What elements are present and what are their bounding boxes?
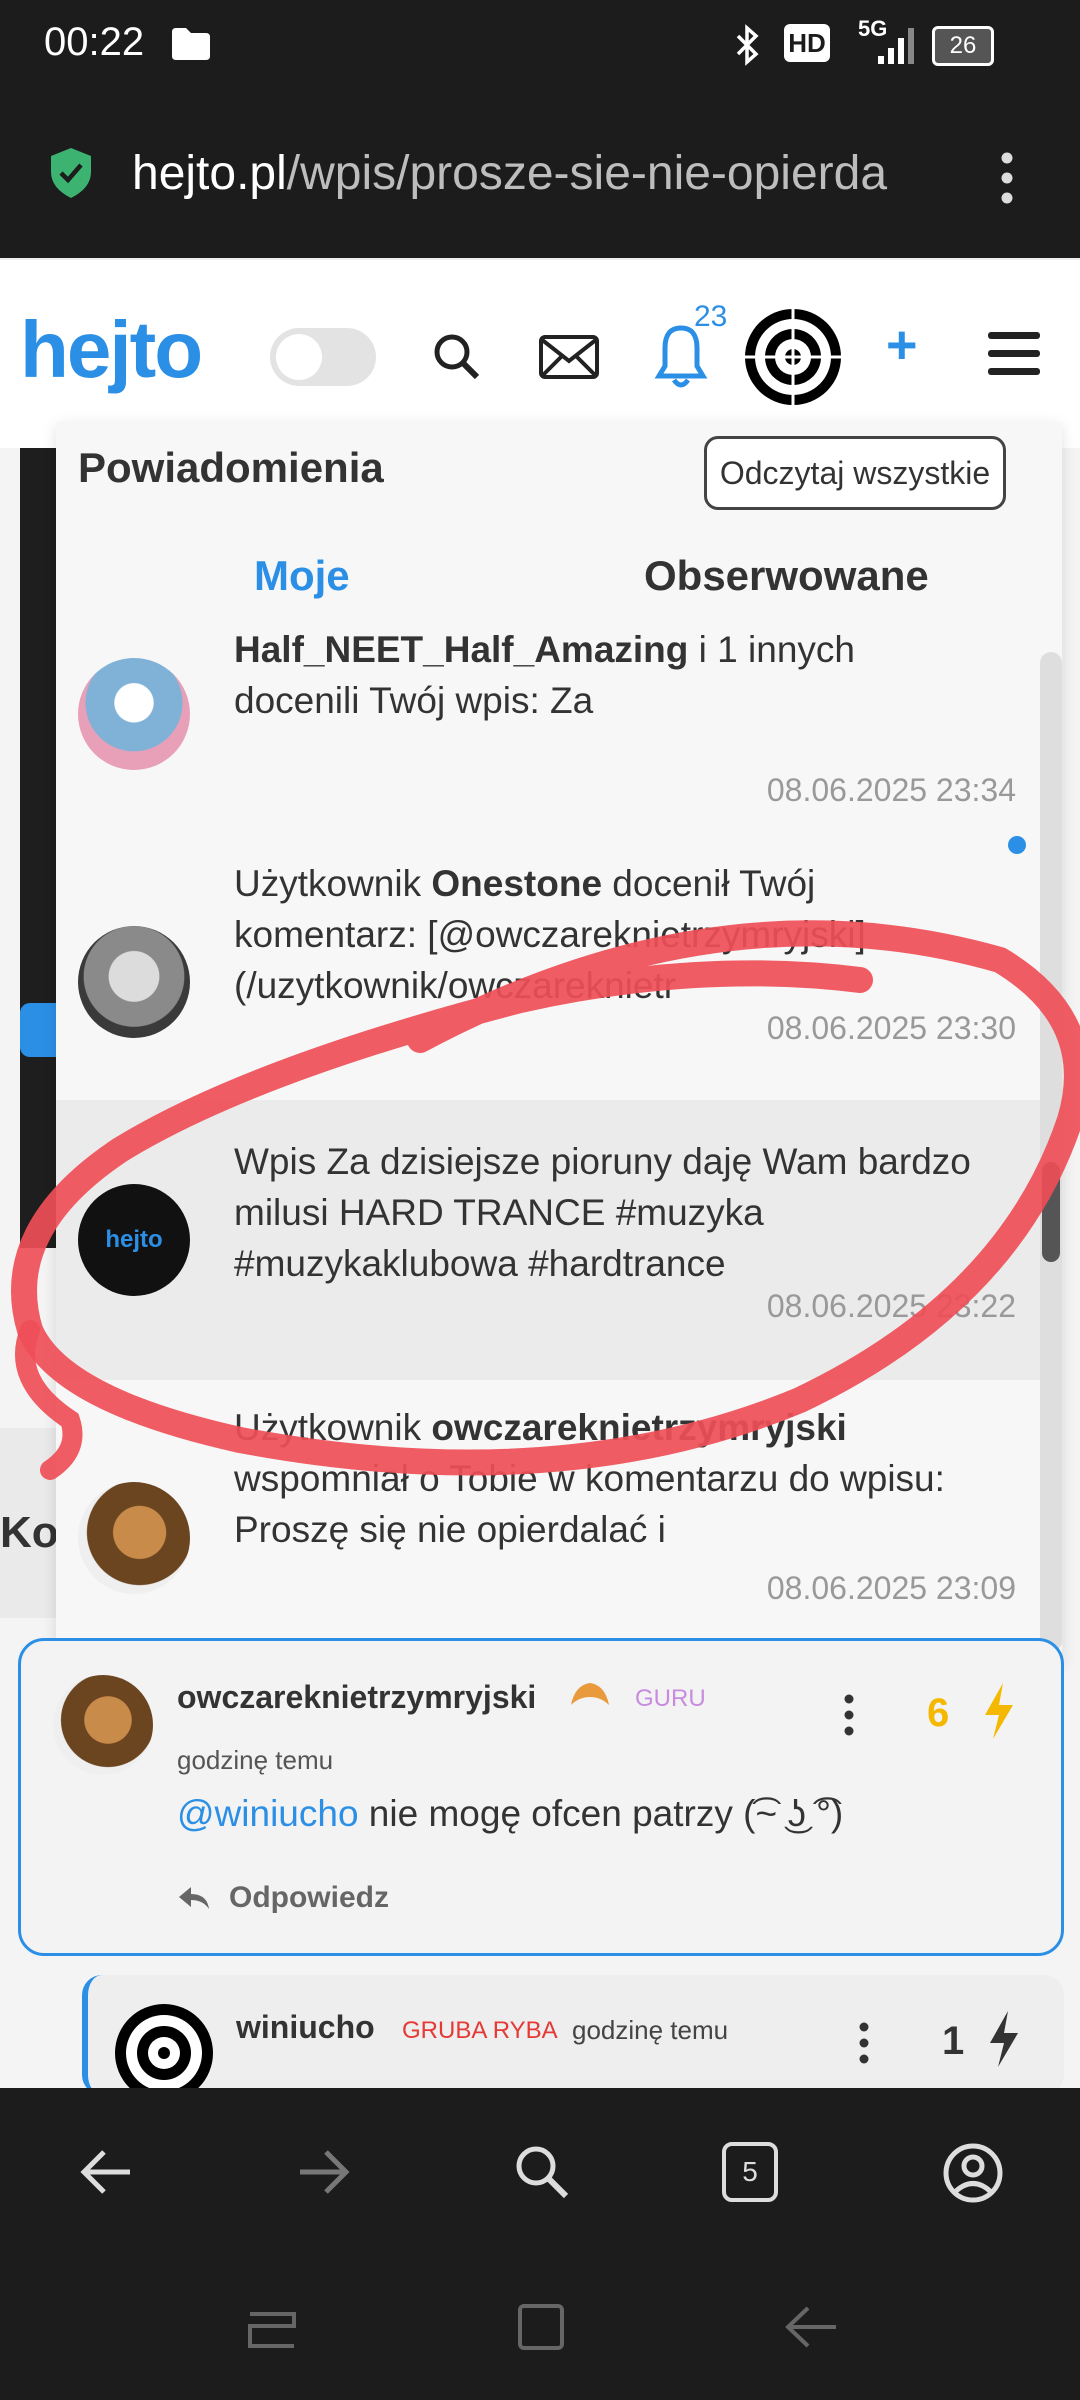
search-icon[interactable]	[432, 332, 482, 382]
reply-button[interactable]: Odpowiedz	[229, 1881, 389, 1915]
comment-author[interactable]: winiucho	[236, 2009, 375, 2046]
notification-text: wspomniał o Tobie w komentarzu do wpisu:…	[234, 1458, 945, 1550]
search-icon[interactable]	[512, 2142, 572, 2202]
user-avatar	[78, 658, 190, 770]
status-bar: 00:22 HD 5G 26	[0, 0, 1080, 90]
notification-user: Onestone	[431, 863, 603, 904]
notification-text: Użytkownik	[234, 863, 432, 904]
reply-icon[interactable]	[177, 1883, 213, 1913]
notifications-title: Powiadomienia	[78, 444, 384, 491]
post-button-edge	[20, 1003, 56, 1057]
user-rank-badge: GURU	[635, 1685, 706, 1712]
post-card-edge	[20, 448, 60, 1248]
secure-shield-icon	[51, 148, 91, 198]
comment-options-icon[interactable]	[856, 2021, 872, 2067]
comment-text: nie mogę ofcen patrzy (͡~ ͜ʖ ͡°)	[358, 1793, 844, 1834]
scrollbar-track[interactable]	[1040, 652, 1062, 1652]
mail-icon[interactable]	[538, 334, 600, 380]
forward-arrow-icon[interactable]	[296, 2144, 352, 2200]
signal-icon	[878, 28, 914, 64]
user-rank-badge: GRUBA RYBA	[402, 2017, 558, 2044]
user-avatar[interactable]	[744, 308, 842, 406]
account-icon[interactable]	[942, 2142, 1004, 2204]
recents-nav-icon[interactable]	[244, 2306, 300, 2354]
kebab-menu-icon[interactable]	[996, 150, 1018, 206]
back-arrow-icon[interactable]	[78, 2144, 134, 2200]
notification-time: 08.06.2025 23:09	[766, 1570, 1016, 1606]
comment-options-icon[interactable]	[841, 1693, 857, 1739]
battery-icon: 26	[932, 26, 994, 66]
croissant-icon	[571, 1683, 609, 1705]
notification-text: Wpis Za dzisiejsze pioruny daję Wam bard…	[234, 1141, 971, 1284]
notification-time: 08.06.2025 23:34	[766, 772, 1016, 808]
user-avatar	[78, 1482, 190, 1594]
home-nav-icon[interactable]	[516, 2302, 566, 2352]
unread-dot	[1008, 836, 1026, 854]
clock: 00:22	[44, 20, 145, 64]
folder-icon	[172, 28, 210, 60]
tabs-count: 5	[742, 2156, 758, 2187]
notification-time: 08.06.2025 23:30	[766, 1010, 1016, 1046]
notification-text: docenili Twój wpis: Za	[234, 680, 594, 721]
browser-bottom-bar: 5	[0, 2088, 1080, 2400]
comment-time: godzinę temu	[177, 1745, 334, 1775]
url-path: /wpis/prosze-sie-nie-opierda	[286, 147, 888, 200]
tab-moje[interactable]: Moje	[254, 552, 350, 600]
theme-toggle[interactable]	[270, 328, 376, 386]
url-field[interactable]: hejto.pl/wpis/prosze-sie-nie-opierda	[132, 146, 952, 201]
notifications-panel: Powiadomienia Odczytaj wszystkie Moje Ob…	[56, 422, 1062, 1662]
lightning-icon[interactable]	[984, 2009, 1024, 2069]
notification-time: 08.06.2025 23:22	[766, 1288, 1016, 1324]
site-logo[interactable]: hejto	[20, 304, 203, 396]
scrollbar-thumb[interactable]	[1042, 1162, 1060, 1262]
browser-url-bar: hejto.pl/wpis/prosze-sie-nie-opierda	[0, 90, 1080, 258]
url-host: hejto.pl	[132, 147, 287, 200]
comments-heading: Ko	[0, 1508, 59, 1557]
comment-card: winiucho GRUBA RYBA godzinę temu 1	[82, 1975, 1064, 2102]
read-all-button[interactable]: Odczytaj wszystkie	[704, 436, 1006, 510]
vote-count: 6	[927, 1691, 950, 1735]
comment-time: godzinę temu	[572, 2015, 729, 2045]
lightning-icon[interactable]	[979, 1681, 1019, 1741]
bluetooth-icon	[736, 24, 759, 66]
comment-author[interactable]: owczareknietrzymryjski	[177, 1679, 536, 1716]
notification-text: i 1 innych	[688, 629, 855, 670]
hejto-avatar: hejto	[78, 1184, 190, 1296]
user-avatar	[78, 926, 190, 1038]
comment-card: owczareknietrzymryjski GURU godzinę temu…	[18, 1638, 1064, 1956]
user-avatar[interactable]	[53, 1675, 153, 1775]
tab-obserwowane[interactable]: Obserwowane	[644, 552, 929, 600]
notification-text: Użytkownik	[234, 1407, 432, 1448]
battery-level: 26	[949, 32, 977, 59]
notification-user: Half_NEET_Half_Amazing	[234, 629, 689, 670]
notification-item[interactable]: hejto Wpis Za dzisiejsze pioruny daję Wa…	[56, 1100, 1040, 1380]
mention-link[interactable]: @winiucho	[177, 1793, 359, 1834]
back-nav-icon[interactable]	[782, 2302, 840, 2352]
notification-item[interactable]: Użytkownik Onestone docenił Twój komenta…	[56, 836, 1040, 1117]
notification-item[interactable]: Użytkownik owczareknietrzymryjski wspomn…	[56, 1402, 1040, 1662]
add-button[interactable]: +	[886, 314, 918, 376]
vote-count: 1	[942, 2019, 965, 2063]
notification-user: owczareknietrzymryjski	[431, 1407, 847, 1448]
hd-badge: HD	[784, 24, 830, 62]
notification-count: 23	[694, 300, 728, 333]
comment-body: @winiucho nie mogę ofcen patrzy (͡~ ͜ʖ ͡…	[177, 1793, 843, 1835]
hamburger-menu-icon[interactable]	[986, 330, 1042, 378]
tabs-button[interactable]: 5	[722, 2142, 778, 2202]
